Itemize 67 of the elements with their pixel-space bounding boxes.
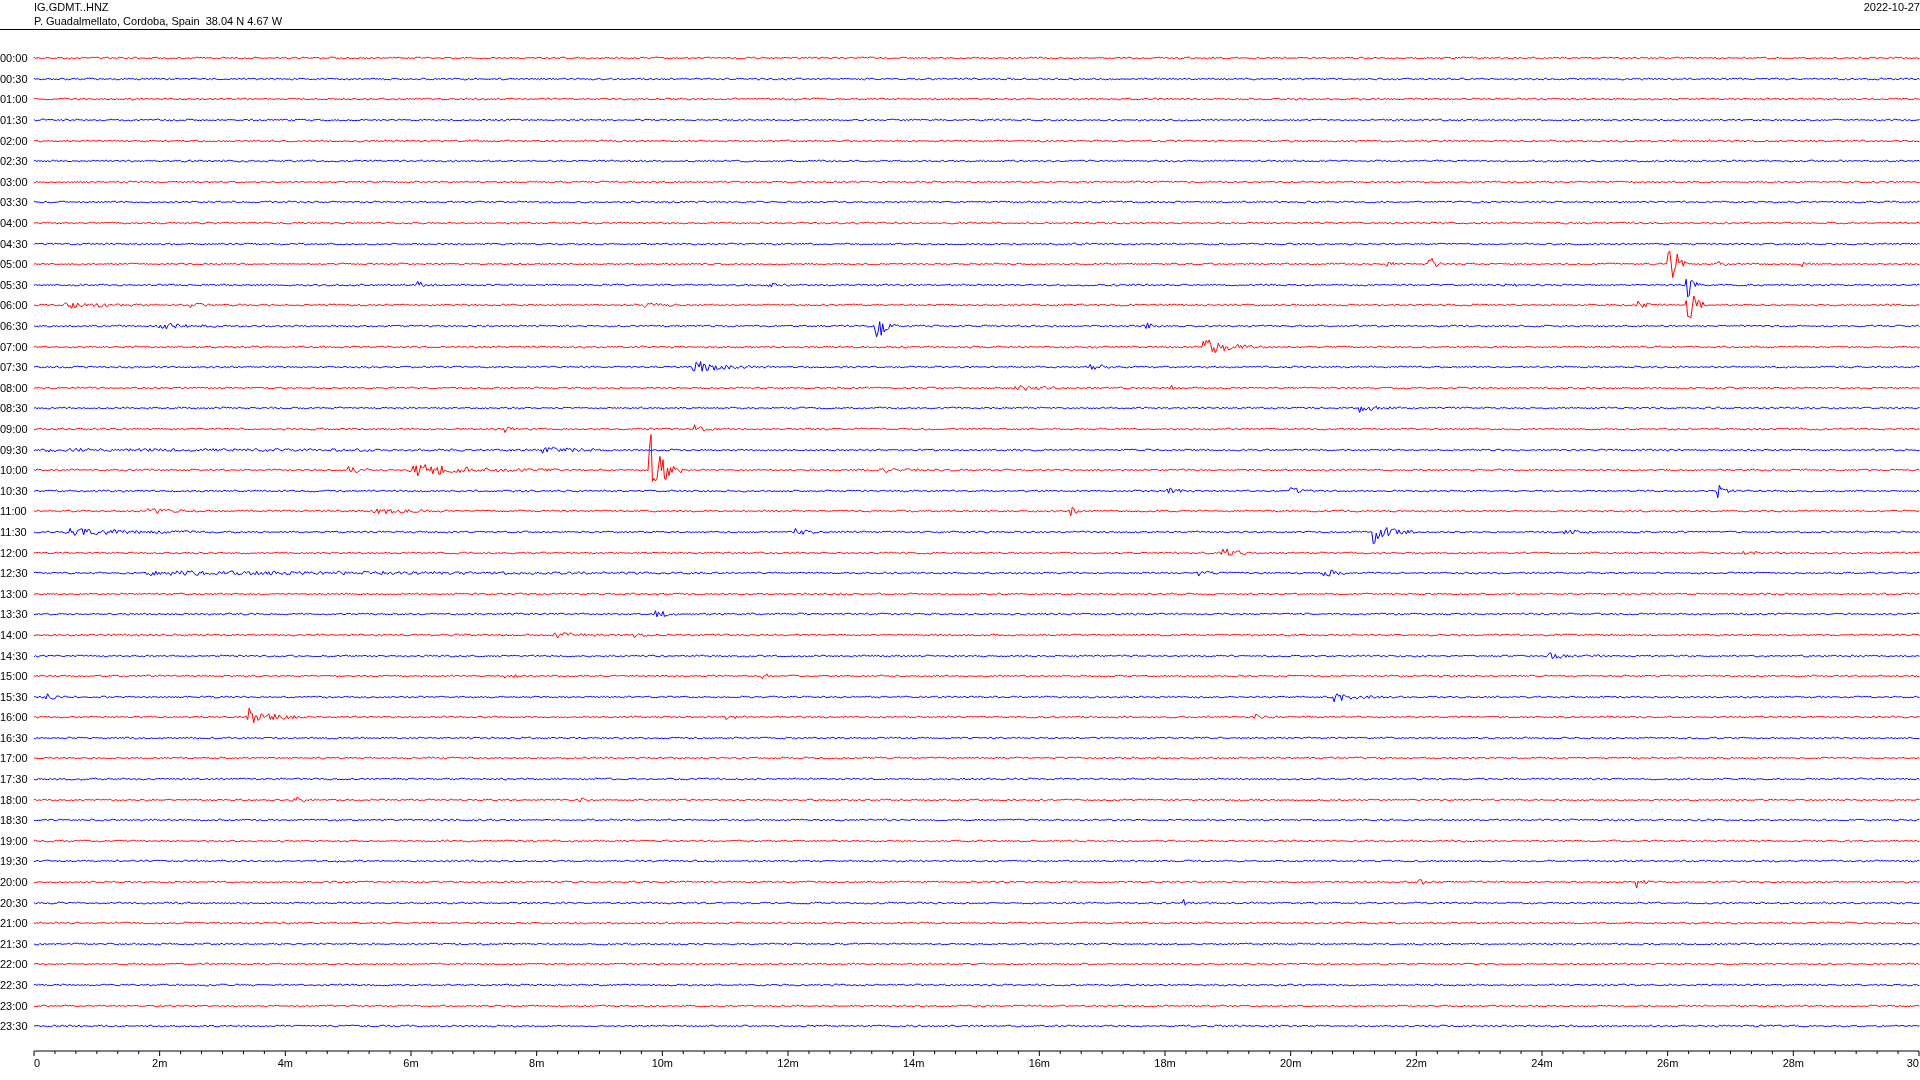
time-label: 17:30 <box>0 773 29 786</box>
time-label: 00:00 <box>0 52 29 65</box>
station-location: P. Guadalmellato, Cordoba, Spain 38.04 N 4.67 W <box>34 14 283 28</box>
time-label: 06:30 <box>0 320 29 332</box>
time-label: 10:30 <box>0 484 29 497</box>
tick-label: 18m <box>1154 1056 1176 1069</box>
tick-label: 30 <box>1906 1056 1919 1069</box>
time-label: 03:30 <box>0 196 29 209</box>
tick-label: 16m <box>1028 1056 1051 1069</box>
time-label: 04:30 <box>0 237 29 250</box>
time-label: 23:00 <box>0 999 29 1012</box>
time-label: 03:00 <box>0 175 29 188</box>
time-label: 05:00 <box>0 258 29 271</box>
tick-label: 26m <box>1656 1056 1679 1069</box>
time-label: 18:00 <box>0 793 29 806</box>
tick-label: 14m <box>902 1056 925 1069</box>
time-label: 06:00 <box>0 299 29 312</box>
time-label: 12:00 <box>0 546 29 559</box>
time-label: 00:30 <box>0 72 29 85</box>
time-label: 20:30 <box>0 896 29 909</box>
time-label: 02:30 <box>0 155 29 168</box>
time-label: 17:00 <box>0 752 29 765</box>
time-label: 22:00 <box>0 958 29 971</box>
time-label: 16:30 <box>0 731 29 744</box>
channel-code: IG.GDMT..HNZ <box>34 0 109 14</box>
time-label: 21:30 <box>0 937 29 950</box>
time-label: 20:00 <box>0 876 29 889</box>
date-label: 2022-10-27 <box>1863 0 1920 14</box>
time-label: 08:00 <box>0 381 29 394</box>
tick-label: 10m <box>651 1056 674 1069</box>
time-label: 15:30 <box>0 690 29 703</box>
tick-label: 0 <box>34 1056 41 1069</box>
time-label: 07:00 <box>0 340 29 353</box>
time-label: 19:00 <box>0 834 29 847</box>
time-label: 10:00 <box>0 464 29 477</box>
time-label: 11:00 <box>0 505 28 518</box>
tick-label: 20m <box>1279 1056 1302 1069</box>
time-label: 19:30 <box>0 855 29 868</box>
tick-label: 8m <box>529 1056 545 1069</box>
time-label: 08:30 <box>0 402 29 415</box>
time-label: 11:30 <box>0 525 28 538</box>
time-label: 12:30 <box>0 567 29 580</box>
time-label: 05:30 <box>0 278 29 291</box>
time-label: 13:30 <box>0 608 29 621</box>
time-label: 07:30 <box>0 361 29 374</box>
tick-label: 22m <box>1405 1056 1428 1069</box>
time-label: 14:30 <box>0 649 29 662</box>
time-label: 04:00 <box>0 217 29 230</box>
time-label: 13:00 <box>0 587 29 600</box>
time-label: 15:00 <box>0 670 29 683</box>
tick-label: 4m <box>277 1056 293 1069</box>
time-label: 21:00 <box>0 917 29 930</box>
tick-label: 28m <box>1782 1056 1805 1069</box>
tick-label: 6m <box>403 1056 419 1069</box>
time-label: 22:30 <box>0 979 29 991</box>
time-label: 23:30 <box>0 1020 29 1033</box>
time-label: 02:00 <box>0 134 29 147</box>
tick-label: 2m <box>152 1056 168 1069</box>
time-label: 09:30 <box>0 443 29 456</box>
time-label: 14:00 <box>0 628 29 641</box>
time-label: 09:00 <box>0 423 29 435</box>
tick-label: 12m <box>777 1056 799 1069</box>
tick-label: 24m <box>1531 1056 1553 1069</box>
time-label: 16:00 <box>0 711 29 724</box>
time-label: 18:30 <box>0 814 29 827</box>
time-label: 01:30 <box>0 114 29 127</box>
time-label: 01:00 <box>0 93 29 106</box>
